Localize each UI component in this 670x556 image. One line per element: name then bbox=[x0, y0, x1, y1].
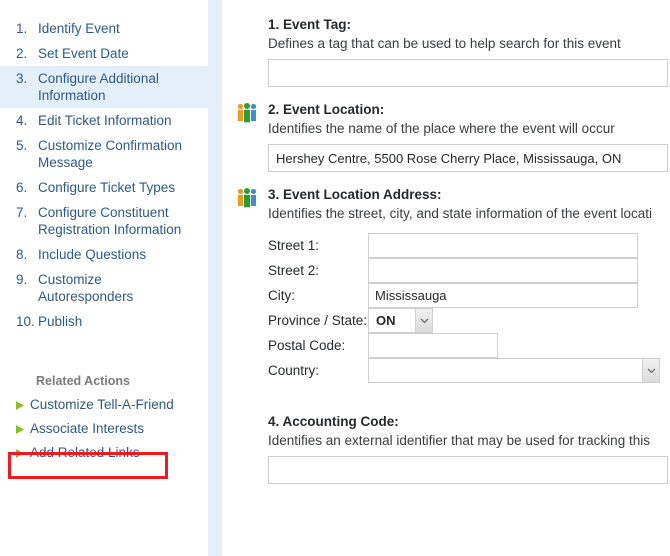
street2-input[interactable] bbox=[368, 258, 638, 283]
configure-additional-information-form: 1. Event Tag: Defines a tag that can be … bbox=[222, 0, 670, 556]
related-action-label: Add Related Links bbox=[30, 444, 140, 462]
step-label: Configure Ticket Types bbox=[38, 179, 175, 196]
field-label: Street 1: bbox=[268, 233, 368, 258]
province-state-select[interactable]: ON bbox=[368, 308, 433, 333]
green-triangle-bullet-icon bbox=[16, 401, 30, 410]
sidebar-step-publish[interactable]: 10. Publish bbox=[0, 309, 208, 334]
related-action-label: Customize Tell-A-Friend bbox=[30, 396, 174, 414]
field-label: Country: bbox=[268, 358, 368, 383]
address-row-country: Country: bbox=[268, 358, 670, 383]
section-description: Identifies the street, city, and state i… bbox=[268, 205, 670, 223]
step-label: Customize Confirmation Message bbox=[38, 137, 198, 171]
section-accounting-code: 4. Accounting Code: Identifies an extern… bbox=[236, 413, 670, 484]
related-action-associate-interests[interactable]: Associate Interests bbox=[16, 417, 208, 441]
address-row-city: City: bbox=[268, 283, 670, 308]
sidebar-step-configure-constituent-registration-information[interactable]: 7. Configure Constituent Registration In… bbox=[0, 200, 208, 242]
sidebar-step-customize-autoresponders[interactable]: 9. Customize Autoresponders bbox=[0, 267, 208, 309]
green-triangle-bullet-icon bbox=[16, 425, 30, 434]
field-label: City: bbox=[268, 283, 368, 308]
wizard-sidebar: 1. Identify Event 2. Set Event Date 3. C… bbox=[0, 0, 208, 556]
section-description: Identifies an external identifier that m… bbox=[268, 432, 670, 450]
related-actions-title: Related Actions bbox=[16, 374, 208, 388]
green-triangle-bullet-icon bbox=[16, 449, 30, 458]
three-people-icon bbox=[236, 103, 258, 123]
chevron-down-icon bbox=[415, 309, 432, 332]
step-number: 8. bbox=[16, 246, 38, 263]
field-label: Province / State: bbox=[268, 308, 368, 333]
step-label: Configure Constituent Registration Infor… bbox=[38, 204, 198, 238]
field-label: Postal Code: bbox=[268, 333, 368, 358]
address-row-postal-code: Postal Code: bbox=[268, 333, 670, 358]
step-number: 10. bbox=[16, 313, 38, 330]
step-label: Identify Event bbox=[38, 20, 120, 37]
related-action-add-related-links[interactable]: Add Related Links bbox=[16, 441, 208, 465]
step-number: 2. bbox=[16, 45, 38, 62]
city-input[interactable] bbox=[368, 283, 638, 308]
address-field-group: Street 1: Street 2: City: Province / Sta… bbox=[268, 233, 670, 383]
step-number: 5. bbox=[16, 137, 38, 154]
step-label: Edit Ticket Information bbox=[38, 112, 172, 129]
section-title: 2. Event Location: bbox=[268, 101, 670, 119]
accounting-code-input[interactable] bbox=[268, 456, 668, 484]
event-location-input[interactable] bbox=[268, 144, 668, 172]
address-row-street1: Street 1: bbox=[268, 233, 670, 258]
sidebar-step-set-event-date[interactable]: 2. Set Event Date bbox=[0, 41, 208, 66]
street1-input[interactable] bbox=[368, 233, 638, 258]
step-label: Include Questions bbox=[38, 246, 146, 263]
step-label: Publish bbox=[38, 313, 82, 330]
section-event-location-address: 3. Event Location Address: Identifies th… bbox=[236, 186, 670, 383]
sidebar-step-identify-event[interactable]: 1. Identify Event bbox=[0, 16, 208, 41]
sidebar-step-edit-ticket-information[interactable]: 4. Edit Ticket Information bbox=[0, 108, 208, 133]
sidebar-step-configure-additional-information[interactable]: 3. Configure Additional Information bbox=[0, 66, 208, 108]
step-number: 9. bbox=[16, 271, 38, 288]
section-title: 3. Event Location Address: bbox=[268, 186, 670, 204]
event-configuration-page: 1. Identify Event 2. Set Event Date 3. C… bbox=[0, 0, 670, 556]
related-action-customize-tell-a-friend[interactable]: Customize Tell-A-Friend bbox=[16, 393, 208, 417]
step-label: Customize Autoresponders bbox=[38, 271, 198, 305]
postal-code-input[interactable] bbox=[368, 333, 498, 358]
address-row-province-state: Province / State: ON bbox=[268, 308, 670, 333]
sidebar-step-configure-ticket-types[interactable]: 6. Configure Ticket Types bbox=[0, 175, 208, 200]
section-description: Defines a tag that can be used to help s… bbox=[268, 35, 670, 53]
section-event-location: 2. Event Location: Identifies the name o… bbox=[236, 101, 670, 172]
step-number: 4. bbox=[16, 112, 38, 129]
related-actions-section: Related Actions Customize Tell-A-Friend … bbox=[0, 374, 208, 465]
three-people-icon bbox=[236, 188, 258, 208]
step-label: Configure Additional Information bbox=[38, 70, 198, 104]
field-label: Street 2: bbox=[268, 258, 368, 283]
step-number: 7. bbox=[16, 204, 38, 221]
country-select[interactable] bbox=[368, 358, 660, 383]
step-number: 3. bbox=[16, 70, 38, 87]
section-event-tag: 1. Event Tag: Defines a tag that can be … bbox=[236, 16, 670, 87]
section-title: 4. Accounting Code: bbox=[268, 413, 670, 431]
event-tag-input[interactable] bbox=[268, 59, 668, 87]
select-value: ON bbox=[369, 313, 415, 328]
related-action-label: Associate Interests bbox=[30, 420, 144, 438]
step-number: 6. bbox=[16, 179, 38, 196]
chevron-down-icon bbox=[642, 359, 659, 382]
panel-divider bbox=[208, 0, 222, 556]
sidebar-step-customize-confirmation-message[interactable]: 5. Customize Confirmation Message bbox=[0, 133, 208, 175]
section-title: 1. Event Tag: bbox=[268, 16, 670, 34]
address-row-street2: Street 2: bbox=[268, 258, 670, 283]
step-number: 1. bbox=[16, 20, 38, 37]
step-label: Set Event Date bbox=[38, 45, 129, 62]
section-description: Identifies the name of the place where t… bbox=[268, 120, 670, 138]
sidebar-step-include-questions[interactable]: 8. Include Questions bbox=[0, 242, 208, 267]
